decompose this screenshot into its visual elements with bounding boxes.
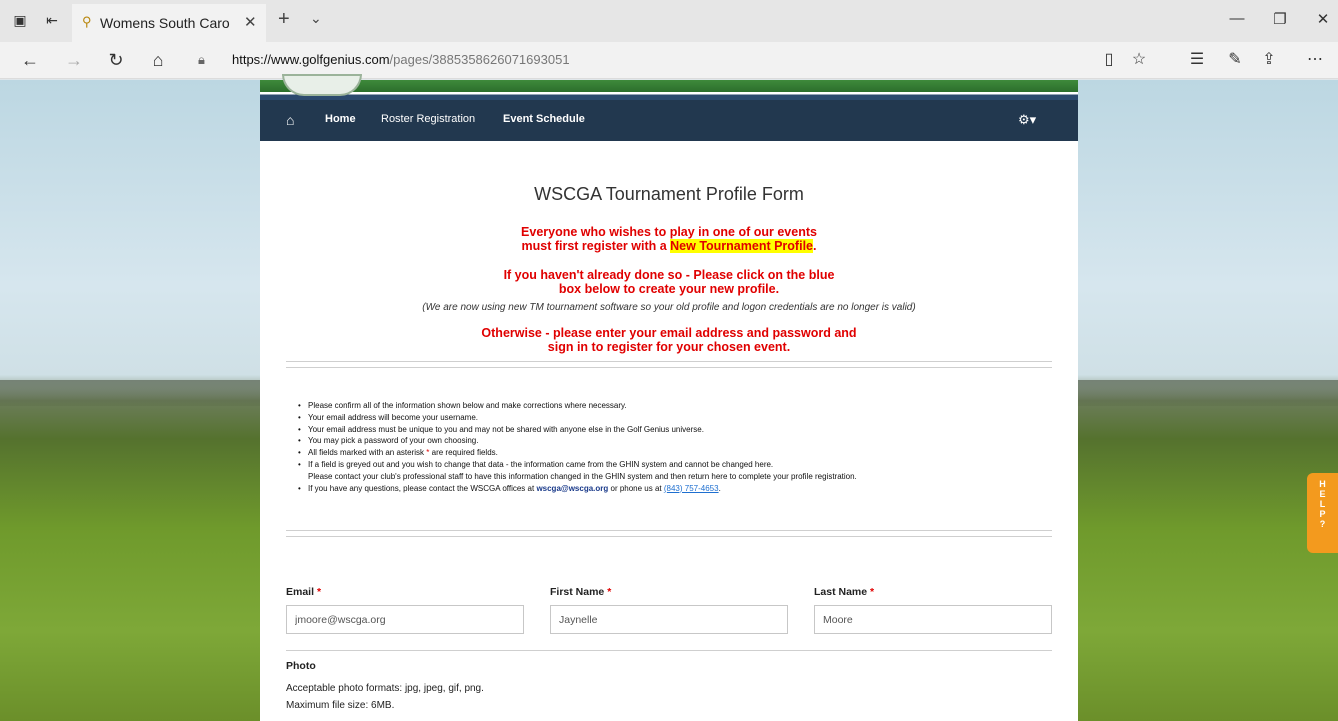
favicon-icon: ⚲: [82, 14, 92, 29]
site-content: ⌂ Home Roster Registration Event Schedul…: [260, 74, 1078, 721]
last-name-label: Last Name *: [814, 586, 875, 598]
reading-view-icon[interactable]: ▯: [1097, 49, 1121, 69]
divider: [286, 367, 1052, 368]
close-window-icon[interactable]: ✕: [1308, 10, 1338, 28]
help-letter: L: [1319, 499, 1326, 509]
list-item: Your email address will become your user…: [298, 412, 1058, 424]
list-item: If you have any questions, please contac…: [298, 483, 1058, 495]
list-item: All fields marked with an asterisk * are…: [298, 447, 1058, 459]
help-letter: P: [1319, 509, 1326, 519]
lock-icon: 🔒︎: [198, 52, 205, 67]
email-field[interactable]: [286, 605, 524, 634]
back-icon[interactable]: ←: [18, 49, 42, 71]
new-tab-button[interactable]: +: [278, 8, 290, 31]
site-banner: [260, 74, 1078, 100]
new-profile-highlight: New Tournament Profile: [670, 239, 813, 253]
address-url[interactable]: https://www.golfgenius.com/pages/3885358…: [232, 52, 570, 67]
divider: [286, 536, 1052, 537]
list-item: If a field is greyed out and you wish to…: [298, 459, 1058, 471]
list-item: Your email address must be unique to you…: [298, 424, 1058, 436]
email-label: Email *: [286, 586, 322, 598]
share-icon[interactable]: ⇪: [1257, 49, 1281, 69]
favorites-list-icon[interactable]: ☰: [1185, 49, 1209, 69]
minimize-icon[interactable]: —: [1222, 10, 1252, 27]
tab-close-icon[interactable]: ✕: [244, 13, 257, 31]
photo-formats-note: Acceptable photo formats: jpg, jpeg, gif…: [286, 683, 484, 694]
first-name-label: First Name *: [550, 586, 612, 598]
nav-home[interactable]: Home: [325, 113, 356, 125]
first-name-field[interactable]: [550, 605, 788, 634]
restore-icon[interactable]: ❐: [1265, 10, 1295, 28]
browser-tab[interactable]: ⚲ Womens South Carolina ✕: [72, 4, 266, 42]
favorite-star-icon[interactable]: ☆: [1127, 49, 1151, 69]
software-note: (We are now using new TM tournament soft…: [422, 302, 916, 313]
settings-gear-icon[interactable]: ⚙▾: [1018, 112, 1036, 128]
notice-line-5: Otherwise - please enter your email addr…: [481, 326, 857, 340]
tab-title: Womens South Carolina: [100, 15, 230, 31]
set-aside-tabs-icon[interactable]: ⇤: [42, 10, 62, 30]
notice-line-1: Everyone who wishes to play in one of ou…: [521, 225, 817, 239]
help-question-icon: ?: [1319, 519, 1326, 529]
nav-event-schedule[interactable]: Event Schedule: [503, 113, 585, 125]
address-bar[interactable]: 🔒︎ https://www.golfgenius.com/pages/3885…: [190, 46, 1090, 74]
last-name-field[interactable]: [814, 605, 1052, 634]
forward-icon[interactable]: →: [62, 49, 86, 71]
nav-roster-registration[interactable]: Roster Registration: [381, 113, 475, 125]
refresh-icon[interactable]: ↻: [104, 49, 128, 71]
more-icon[interactable]: ⋯: [1303, 49, 1327, 69]
help-tab[interactable]: H E L P ?: [1307, 473, 1338, 553]
tab-manager-icon[interactable]: ▣: [10, 10, 30, 30]
divider: [286, 530, 1052, 531]
list-item: Please confirm all of the information sh…: [298, 400, 1058, 412]
pen-icon[interactable]: ✎: [1223, 49, 1247, 69]
site-logo: [282, 74, 362, 96]
list-item: Please contact your club's professional …: [308, 471, 857, 481]
tab-list-icon[interactable]: ⌄: [310, 10, 322, 27]
notice-line-6: sign in to register for your chosen even…: [547, 340, 791, 354]
browser-title-bar: ▣ ⇤ ⚲ Womens South Carolina ✕ + ⌄ — ❐ ✕: [0, 0, 1338, 42]
list-item: You may pick a password of your own choo…: [298, 435, 1058, 447]
browser-nav-bar: ← → ↻ ⌂ 🔒︎ https://www.golfgenius.com/pa…: [0, 42, 1338, 79]
site-nav-bar: ⌂ Home Roster Registration Event Schedul…: [260, 100, 1078, 141]
form-title: WSCGA Tournament Profile Form: [534, 184, 804, 204]
notice-line-4: box below to create your new profile.: [558, 282, 780, 296]
home-icon[interactable]: ⌂: [146, 49, 170, 71]
help-letter: E: [1319, 489, 1326, 499]
notice-line-3: If you haven't already done so - Please …: [503, 268, 835, 282]
notice-line-2: must first register with a New Tournamen…: [521, 239, 817, 253]
photo-label: Photo: [286, 660, 316, 672]
home-icon[interactable]: ⌂: [286, 112, 294, 128]
email-link[interactable]: wscga@wscga.org: [536, 484, 608, 493]
phone-link[interactable]: (843) 757-4653: [664, 484, 719, 493]
help-letter: H: [1319, 479, 1326, 489]
instructions-list: Please confirm all of the information sh…: [298, 400, 1058, 494]
divider: [286, 361, 1052, 362]
photo-size-note: Maximum file size: 6MB.: [286, 700, 395, 711]
divider: [286, 650, 1052, 651]
